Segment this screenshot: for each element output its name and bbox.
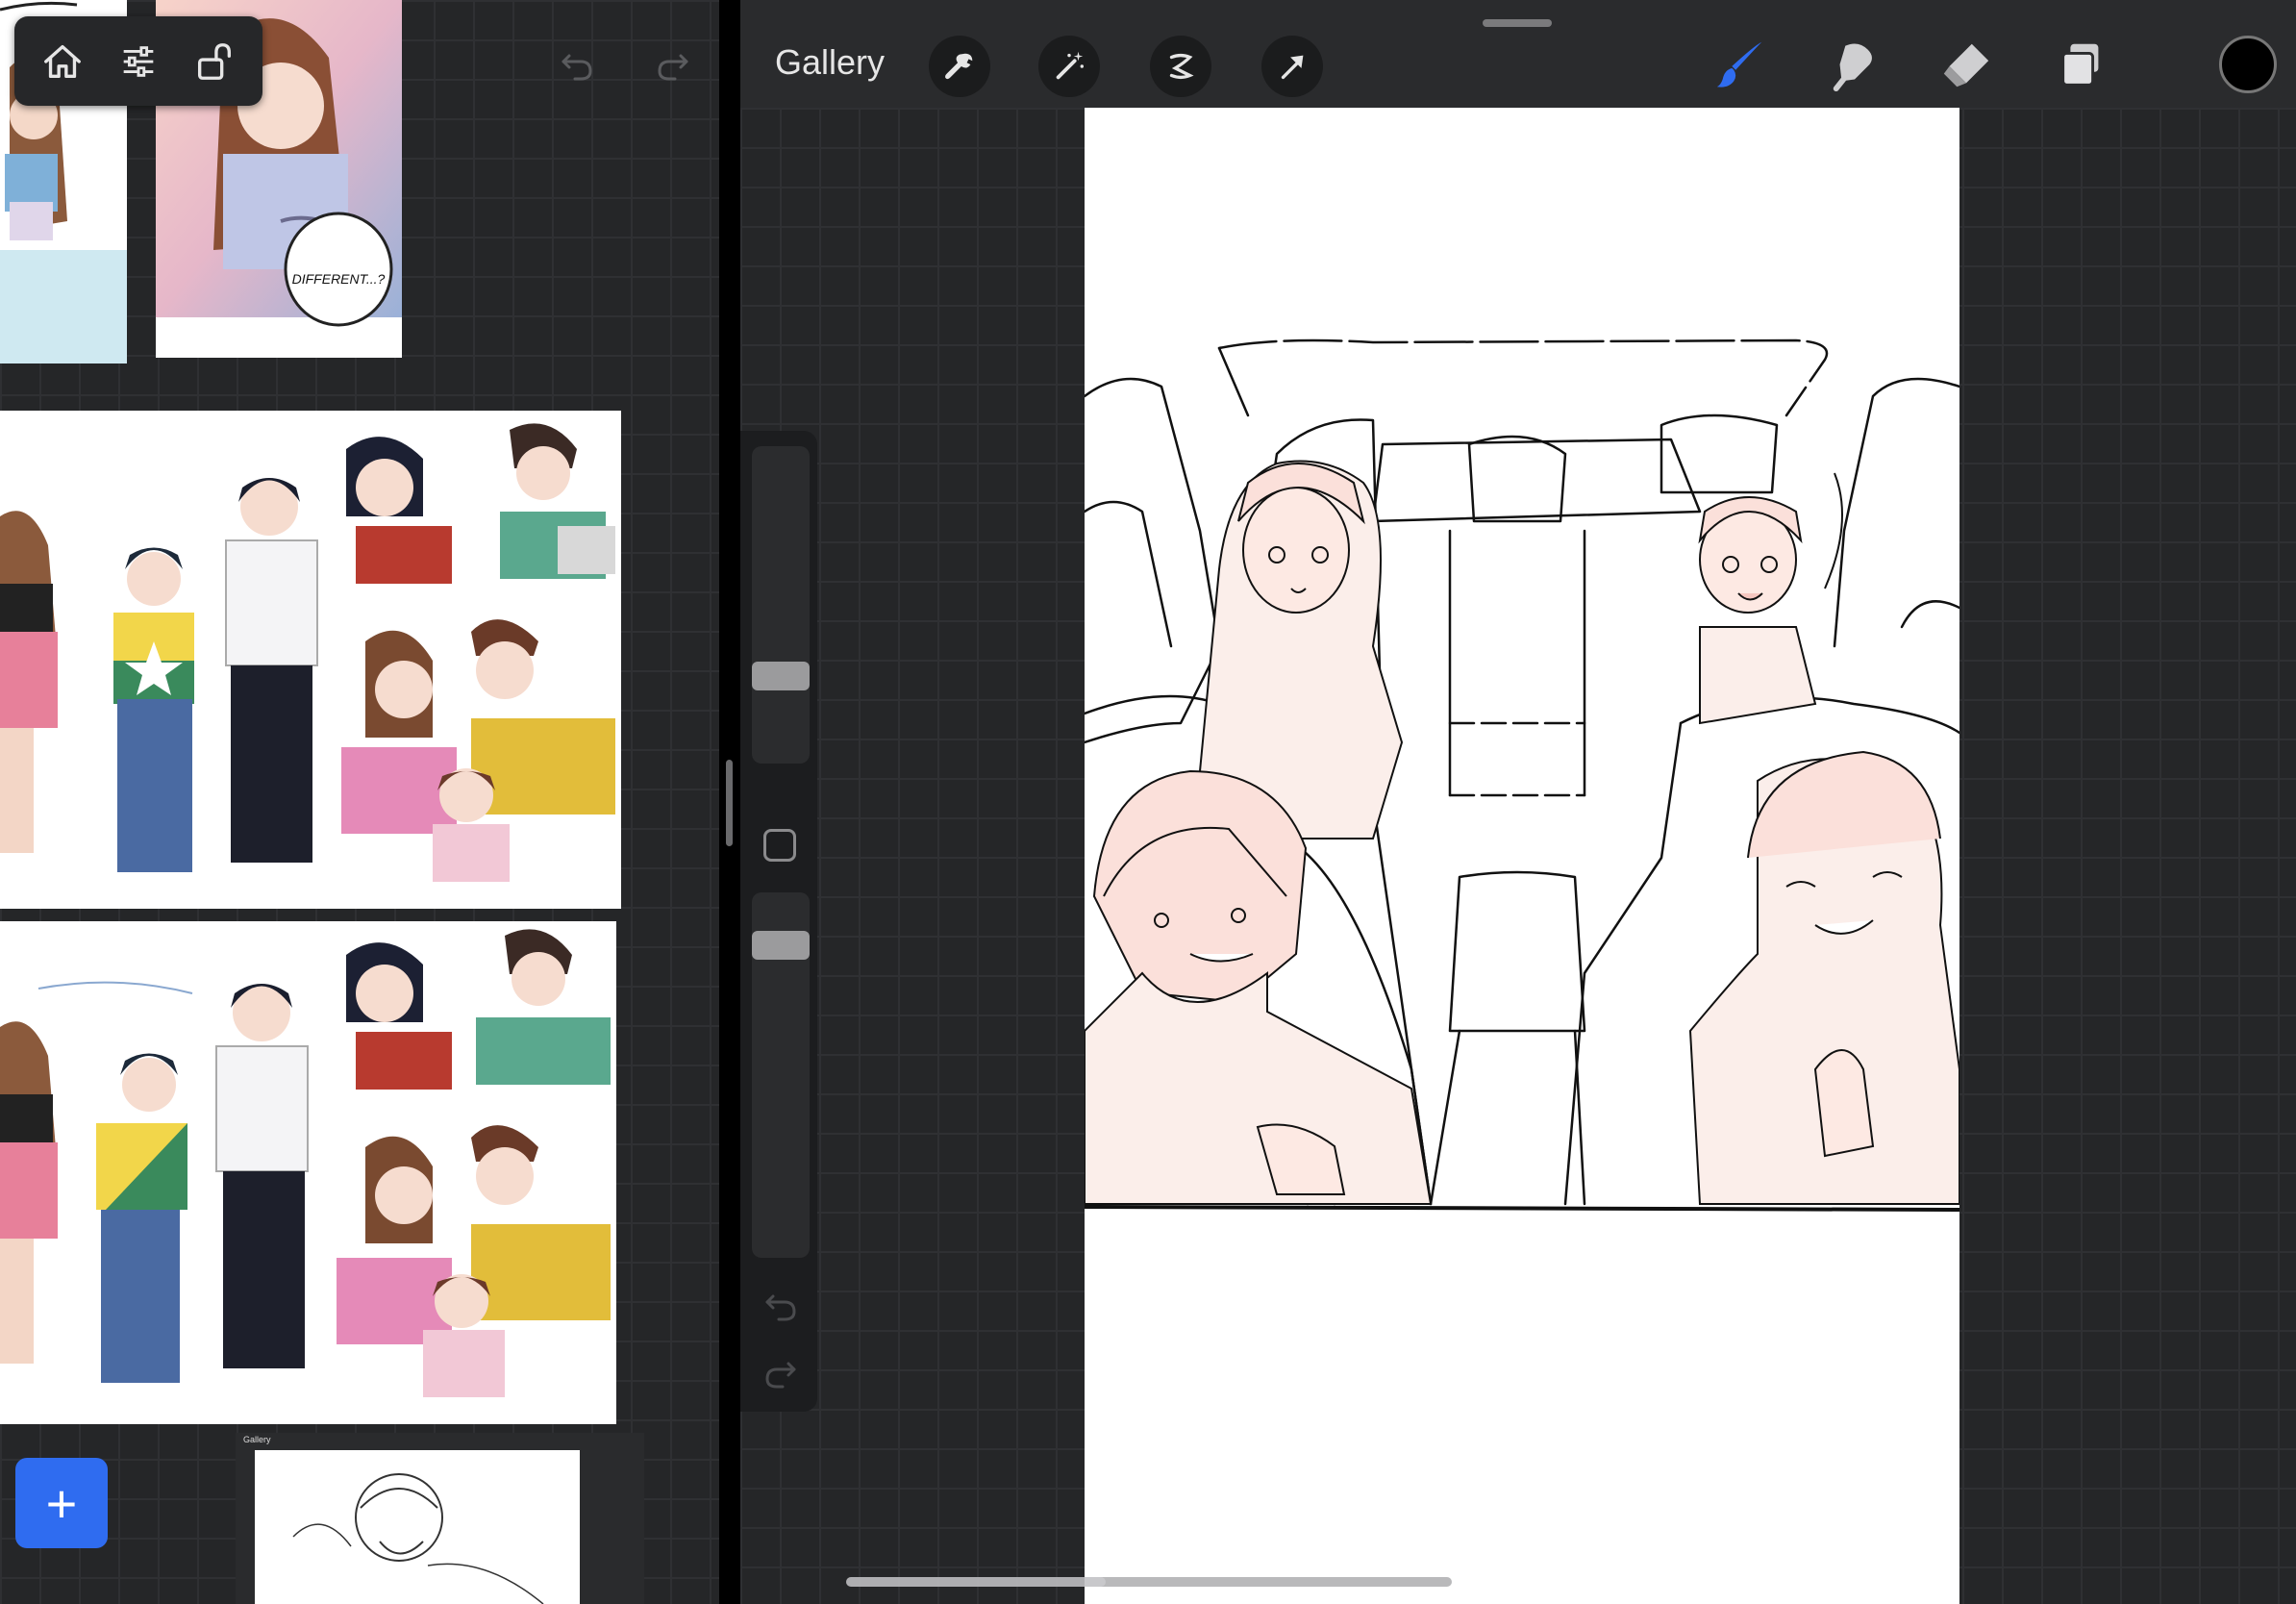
layers-icon xyxy=(2061,43,2099,87)
color-picker-button[interactable] xyxy=(2219,36,2277,93)
add-artwork-button[interactable]: + xyxy=(15,1458,108,1548)
adjustments-button[interactable] xyxy=(1038,36,1100,97)
artwork-character-sheet-2[interactable] xyxy=(0,921,616,1424)
smudge-tool-button[interactable] xyxy=(1823,33,1886,96)
brush-sidebar xyxy=(740,431,817,1412)
speech-bubble-text: DIFFERENT...? xyxy=(292,271,386,287)
eraser-icon xyxy=(1943,43,1989,88)
undo-icon[interactable] xyxy=(761,1287,800,1325)
home-button[interactable] xyxy=(34,33,91,90)
artwork-character-sheet-1[interactable] xyxy=(0,411,621,909)
redo-icon xyxy=(658,54,688,81)
actions-button[interactable] xyxy=(929,36,990,97)
layers-button[interactable] xyxy=(2050,33,2113,96)
selection-icon xyxy=(1169,53,1194,80)
home-indicator-thumb xyxy=(846,1577,1106,1587)
sliders-icon xyxy=(123,45,154,77)
modify-button[interactable] xyxy=(763,829,796,862)
top-toolbar: Gallery xyxy=(740,0,2296,108)
redo-icon[interactable] xyxy=(761,1354,800,1392)
adjust-button[interactable] xyxy=(110,33,167,90)
brush-size-slider[interactable] xyxy=(752,446,810,764)
gallery-redo-button[interactable] xyxy=(644,37,702,94)
brush-opacity-thumb[interactable] xyxy=(752,931,810,960)
magic-wand-icon xyxy=(1056,51,1085,80)
mini-gallery-label: Gallery xyxy=(243,1435,271,1444)
transform-arrow-icon xyxy=(1281,55,1304,80)
gallery-toolbar xyxy=(14,16,262,106)
undo-icon xyxy=(562,54,592,81)
eraser-tool-button[interactable] xyxy=(1934,33,1998,96)
drawing-canvas[interactable] xyxy=(1085,108,1959,1604)
smudge-icon xyxy=(1833,43,1872,92)
split-view-handle[interactable] xyxy=(726,760,733,846)
gallery-pane: DIFFERENT...? Gallery + xyxy=(0,0,719,1604)
unlock-icon xyxy=(198,42,232,80)
brush-size-thumb[interactable] xyxy=(752,662,810,690)
home-icon xyxy=(43,44,81,78)
lock-button[interactable] xyxy=(186,33,243,90)
selection-button[interactable] xyxy=(1150,36,1211,97)
brush-icon xyxy=(1716,41,1762,88)
transform-button[interactable] xyxy=(1261,36,1323,97)
artwork-thumbnail-3[interactable]: Gallery xyxy=(236,1433,644,1604)
canvas-area xyxy=(740,108,2296,1604)
wrench-icon xyxy=(944,53,973,80)
gallery-undo-button[interactable] xyxy=(548,37,606,94)
multitasking-handle[interactable] xyxy=(1483,19,1552,27)
gallery-button[interactable]: Gallery xyxy=(775,42,885,83)
procreate-canvas-pane: Gallery xyxy=(740,0,2296,1604)
gallery-undo-redo xyxy=(548,37,702,94)
brush-tool-button[interactable] xyxy=(1710,33,1773,96)
